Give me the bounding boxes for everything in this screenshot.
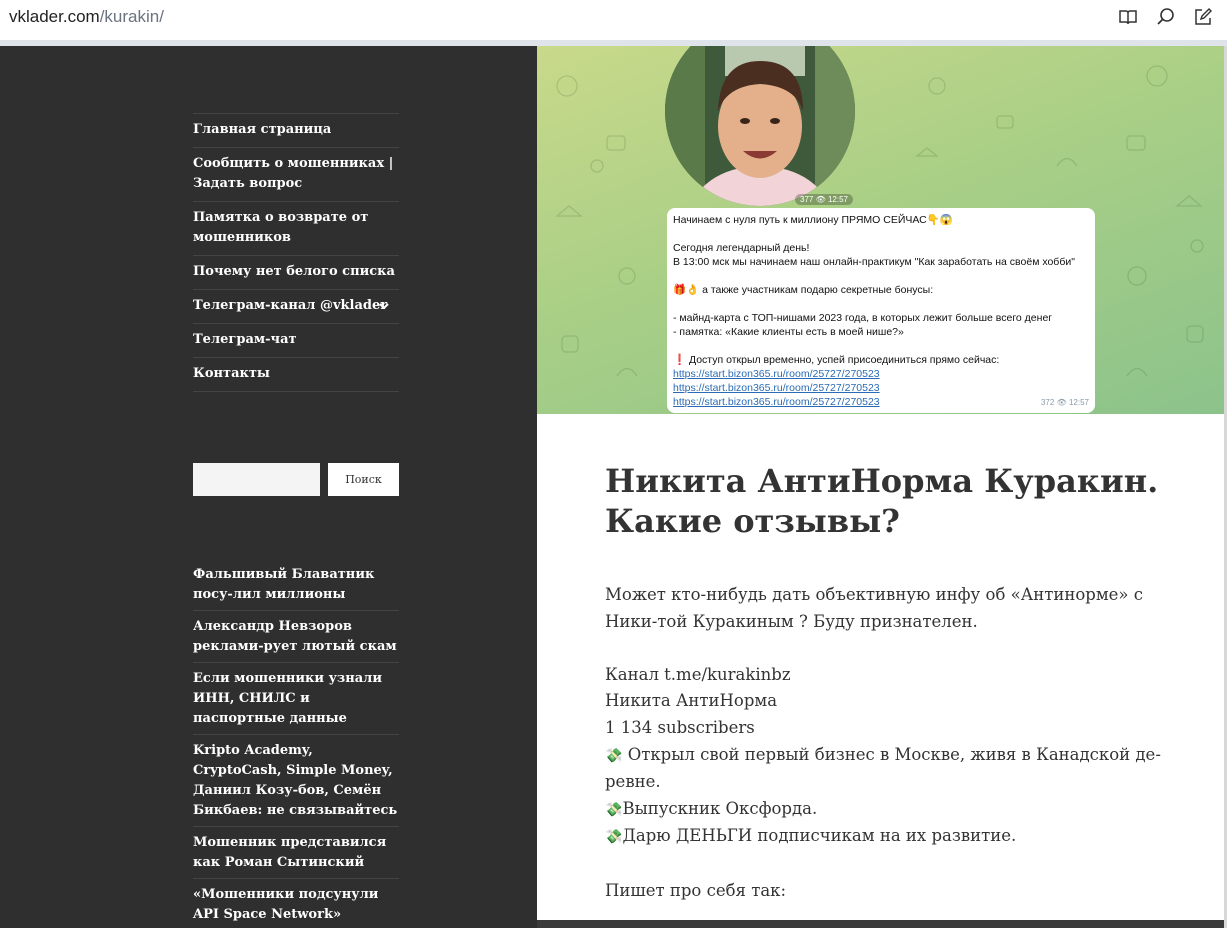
url-path: /kurakin/ — [99, 7, 164, 26]
telegram-message: Начинаем с нуля путь к миллиону ПРЯМО СЕ… — [667, 208, 1095, 413]
search-page-icon[interactable] — [1155, 6, 1177, 28]
money-icon: 💸 — [605, 747, 623, 764]
menu-item-label: Телеграм-канал @vklader — [193, 298, 388, 313]
article-outro: Пишет про себя так: — [605, 880, 787, 900]
main-content: 377 👁 12:57 Начинаем с нуля путь к милли… — [537, 46, 1224, 920]
menu-item-contacts[interactable]: Контакты — [193, 358, 399, 392]
money-icon: 💸 — [605, 829, 623, 846]
bullet-text: Дарю ДЕНЬГИ подписчикам на их развитие. — [622, 826, 1017, 846]
recent-post-link[interactable]: Мошенник представился как Роман Сытински… — [193, 827, 399, 879]
message-line: ❗ Доступ открыл временно, успей присоеди… — [673, 354, 1000, 366]
reader-mode-icon[interactable] — [1117, 6, 1139, 28]
message-link[interactable]: https://start.bizon365.ru/room/25727/270… — [673, 381, 880, 395]
featured-image: 377 👁 12:57 Начинаем с нуля путь к милли… — [537, 46, 1224, 414]
browser-address-bar[interactable]: vklader.com/kurakin/ — [0, 0, 1227, 41]
menu-item-report-scam[interactable]: Сообщить о мошенниках | Задать вопрос — [193, 148, 399, 202]
message-line: - майнд-карта с ТОП-нишами 2023 года, в … — [673, 312, 1053, 324]
bullet-line: 💸 Открыл свой первый бизнес в Москве, жи… — [605, 742, 1165, 796]
message-link[interactable]: https://start.bizon365.ru/room/25727/270… — [673, 367, 880, 381]
search-input[interactable] — [193, 463, 320, 496]
eye-icon: 👁 — [1056, 398, 1067, 407]
menu-item-telegram-chat[interactable]: Телеграм-чат — [193, 324, 399, 358]
message-line: 🎁👌 а также участникам подарю секретные б… — [673, 284, 934, 296]
bullet-line: 💸Дарю ДЕНЬГИ подписчикам на их развитие. — [605, 823, 1165, 851]
message-views: 372 — [1040, 398, 1055, 407]
recent-post-link[interactable]: Если мошенники узнали ИНН, СНИЛС и паспо… — [193, 663, 399, 735]
menu-item-whitelist[interactable]: Почему нет белого списка — [193, 256, 399, 290]
channel-subscribers: 1 134 subscribers — [605, 717, 755, 737]
edit-note-icon[interactable] — [1192, 6, 1214, 28]
menu-item-refund-guide[interactable]: Памятка о возврате от мошенников — [193, 202, 399, 256]
recent-post-link[interactable]: Александр Невзоров реклами-рует лютый ск… — [193, 611, 399, 663]
recent-post-link[interactable]: Kripto Academy, CryptoCash, Simple Money… — [193, 735, 399, 827]
message-link[interactable]: https://start.bizon365.ru/room/25727/270… — [673, 395, 880, 409]
channel-link-line: Канал t.me/kurakinbz — [605, 664, 791, 684]
message-line: В 13:00 мск мы начинаем наш онлайн-практ… — [673, 256, 1075, 268]
main-menu: Главная страница Сообщить о мошенниках |… — [193, 113, 399, 392]
video-time: 12:57 — [827, 195, 849, 204]
recent-post-link[interactable]: Фальшивый Блаватник посу-лил миллионы — [193, 563, 399, 611]
menu-item-telegram-channel[interactable]: Телеграм-канал @vklader — [193, 290, 399, 324]
message-line: - памятка: «Какие клиенты есть в моей ни… — [673, 326, 904, 338]
article-title: Никита АнтиНорма Куракин. Какие отзывы? — [605, 462, 1159, 540]
search-button[interactable]: Поиск — [328, 463, 399, 496]
message-time: 12:57 — [1068, 398, 1089, 407]
bullet-text: Выпускник Оксфорда. — [622, 798, 818, 818]
article-intro: Может кто-нибудь дать объективную инфу о… — [605, 585, 1144, 631]
url-domain: vklader.com — [9, 7, 100, 26]
recent-post-link[interactable]: «Мошенники подсунули API Space Network» — [193, 879, 399, 928]
address-text[interactable]: vklader.com/kurakin/ — [9, 7, 164, 27]
bullet-line: 💸Выпускник Оксфорда. — [605, 796, 1165, 824]
message-meta: 372 👁 12:57 — [1041, 396, 1089, 410]
bullet-text: Открыл свой первый бизнес в Москве, живя… — [605, 744, 1161, 792]
sidebar: Главная страница Сообщить о мошенниках |… — [0, 46, 537, 928]
recent-posts: Фальшивый Блаватник посу-лил миллионы Ал… — [193, 563, 399, 928]
article-body: Может кто-нибудь дать объективную инфу о… — [605, 582, 1165, 904]
video-views: 377 — [800, 195, 814, 204]
money-icon: 💸 — [605, 801, 623, 818]
eye-icon: 👁 — [815, 195, 826, 204]
message-line: Начинаем с нуля путь к миллиону ПРЯМО СЕ… — [673, 214, 953, 226]
message-line: Сегодня легендарный день! — [673, 242, 810, 254]
video-meta: 377 👁 12:57 — [795, 194, 854, 205]
chevron-down-icon[interactable] — [377, 299, 391, 313]
menu-item-home[interactable]: Главная страница — [193, 114, 399, 148]
channel-name: Никита АнтиНорма — [605, 691, 778, 711]
